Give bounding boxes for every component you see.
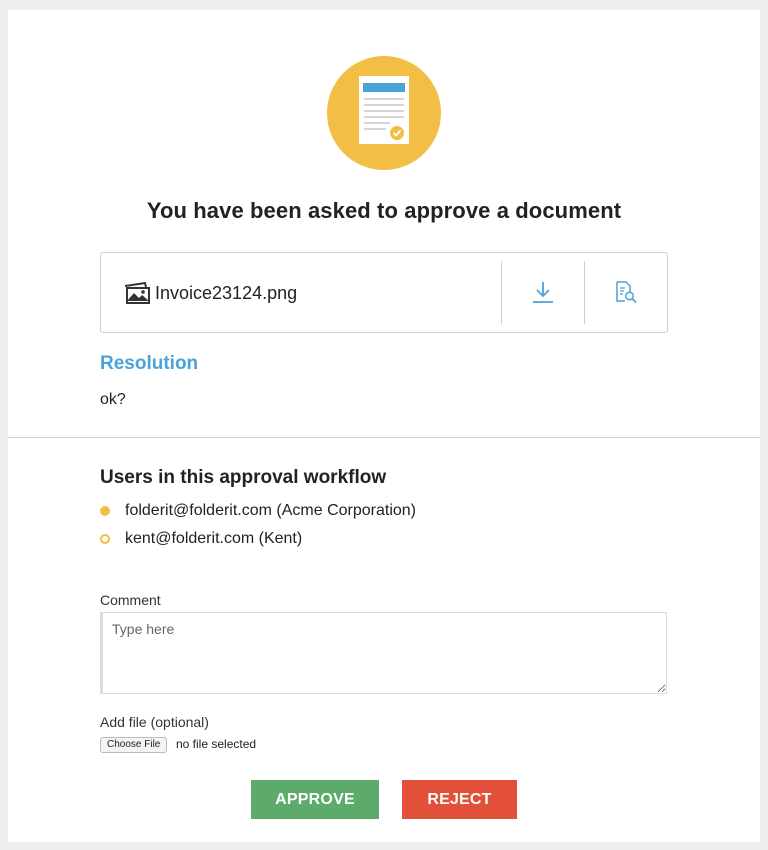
download-button[interactable] (502, 253, 584, 332)
approve-button[interactable]: APPROVE (251, 780, 379, 819)
status-dot-completed (100, 506, 110, 516)
download-icon (533, 282, 553, 303)
document-approval-icon (327, 56, 441, 170)
resolution-label: Resolution (100, 353, 199, 374)
reject-button[interactable]: REJECT (402, 780, 517, 819)
add-file-label: Add file (optional) (100, 714, 209, 730)
file-status: no file selected (176, 737, 257, 751)
resolution-text: ok? (100, 391, 126, 408)
user-label: folderit@folderit.com (Acme Corporation) (125, 502, 417, 519)
status-dot-pending (100, 534, 110, 544)
choose-file-button[interactable]: Choose File (100, 737, 168, 753)
workflow-user: folderit@folderit.com (Acme Corporation) (100, 502, 416, 520)
image-file-icon (123, 281, 151, 310)
workflow-user: kent@folderit.com (Kent) (100, 530, 302, 548)
user-label: kent@folderit.com (Kent) (125, 530, 303, 547)
preview-icon (616, 281, 637, 304)
section-divider (8, 437, 760, 438)
workflow-title: Users in this approval workflow (100, 467, 387, 488)
approval-card: You have been asked to approve a documen… (8, 10, 760, 842)
comment-label: Comment (100, 592, 161, 608)
file-name[interactable]: Invoice23124.png (155, 283, 297, 304)
preview-button[interactable] (585, 253, 667, 332)
page-title: You have been asked to approve a documen… (146, 198, 622, 223)
comment-textarea[interactable] (100, 612, 667, 694)
file-attachment-box: Invoice23124.png (100, 252, 668, 333)
